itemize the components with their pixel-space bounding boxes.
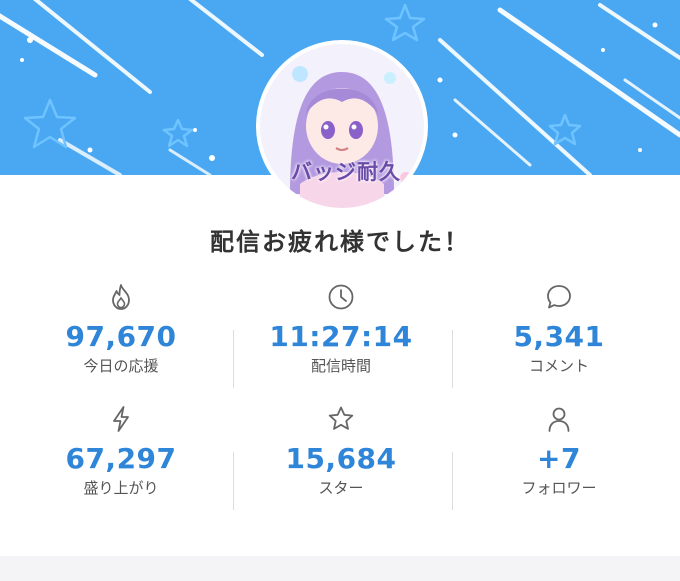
stat-value: 11:27:14: [269, 320, 413, 353]
stat-value: 15,684: [285, 442, 397, 475]
star-icon: [328, 406, 354, 430]
stat-value: 67,297: [65, 442, 177, 475]
stat-value: +7: [537, 442, 581, 475]
stream-summary-card: バッジ耐久 配信お疲れ様でした！ 97,670 今日の応援 11:27:14 配…: [0, 0, 680, 556]
stat-stream-time: 11:27:14 配信時間: [228, 282, 454, 376]
fire-icon: [112, 284, 130, 310]
avatar[interactable]: バッジ耐久: [256, 40, 428, 212]
page-title: 配信お疲れ様でした！: [210, 228, 470, 256]
stat-stars: 15,684 スター: [228, 404, 454, 498]
lightning-icon: [113, 406, 129, 432]
stat-label: フォロワー: [521, 479, 597, 497]
avatar-badge-text: バッジ耐久: [291, 160, 401, 184]
stat-label: 今日の応援: [83, 357, 159, 375]
clock-icon: [328, 284, 354, 310]
comment-icon: [547, 285, 571, 309]
stat-excitement: 67,297 盛り上がり: [8, 404, 234, 498]
person-icon: [548, 407, 570, 432]
stat-comments: 5,341 コメント: [446, 282, 672, 376]
stat-value: 5,341: [513, 320, 605, 353]
stat-label: 配信時間: [310, 357, 371, 375]
stat-label: スター: [318, 479, 364, 497]
stat-label: コメント: [528, 357, 589, 375]
stat-cheers: 97,670 今日の応援: [8, 282, 234, 376]
stat-label: 盛り上がり: [83, 479, 159, 497]
stat-value: 97,670: [65, 320, 177, 353]
stat-followers: +7 フォロワー: [446, 404, 672, 498]
